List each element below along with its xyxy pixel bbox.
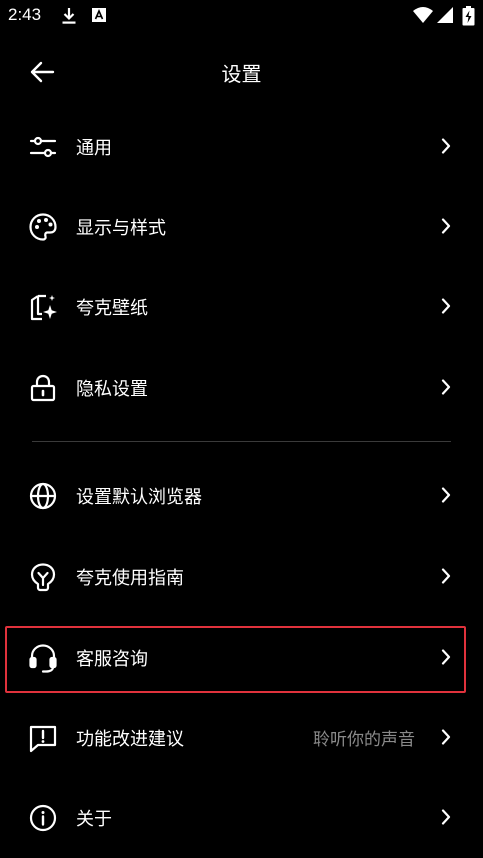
menu-item-default-browser[interactable]: 设置默认浏览器 [0, 463, 483, 527]
menu-item-label: 夸克使用指南 [76, 568, 184, 589]
chevron-right-icon [441, 298, 451, 314]
page-title: 设置 [221, 62, 262, 86]
chevron-right-icon [441, 138, 451, 154]
palette-icon [29, 213, 57, 241]
globe-icon [29, 482, 57, 510]
menu-item-label: 功能改进建议 [76, 729, 184, 750]
wallpaper-icon [30, 294, 57, 321]
chevron-right-icon [441, 568, 451, 584]
feedback-icon [29, 725, 57, 753]
lightbulb-icon [30, 563, 56, 592]
menu-item-privacy[interactable]: 隐私设置 [0, 355, 483, 419]
chevron-right-icon [441, 218, 451, 234]
menu-item-label: 显示与样式 [76, 218, 166, 239]
info-icon [29, 804, 57, 832]
cellular-signal-icon [437, 7, 453, 23]
wifi-icon [413, 7, 433, 23]
accessibility-font-icon [92, 8, 106, 22]
menu-item-label: 夸克壁纸 [76, 298, 148, 319]
status-bar: 2:43 [0, 0, 483, 34]
menu-item-label: 隐私设置 [76, 379, 148, 400]
section-divider [32, 441, 451, 442]
menu-item-value: 聆听你的声音 [313, 730, 415, 750]
chevron-right-icon [441, 649, 451, 665]
chevron-right-icon [441, 487, 451, 503]
app-header: 设置 [0, 40, 483, 104]
sliders-icon [29, 136, 57, 158]
chevron-right-icon [441, 729, 451, 745]
menu-item-feedback[interactable]: 功能改进建议 聆听你的声音 [0, 705, 483, 769]
menu-item-display-style[interactable]: 显示与样式 [0, 194, 483, 258]
lock-icon [30, 374, 56, 402]
menu-item-general[interactable]: 通用 [0, 114, 483, 178]
chevron-right-icon [441, 379, 451, 395]
download-icon [62, 8, 76, 24]
battery-charging-icon [462, 6, 475, 26]
status-time: 2:43 [8, 5, 42, 24]
menu-item-label: 设置默认浏览器 [76, 487, 202, 508]
menu-item-label: 关于 [76, 809, 112, 830]
headset-icon [29, 644, 57, 673]
menu-item-about[interactable]: 关于 [0, 785, 483, 849]
chevron-right-icon [441, 809, 451, 825]
menu-item-wallpaper[interactable]: 夸克壁纸 [0, 274, 483, 338]
menu-item-customer-service[interactable]: 客服咨询 [0, 625, 483, 689]
menu-item-label: 通用 [76, 138, 112, 159]
menu-item-label: 客服咨询 [76, 649, 148, 670]
menu-item-user-guide[interactable]: 夸克使用指南 [0, 544, 483, 608]
